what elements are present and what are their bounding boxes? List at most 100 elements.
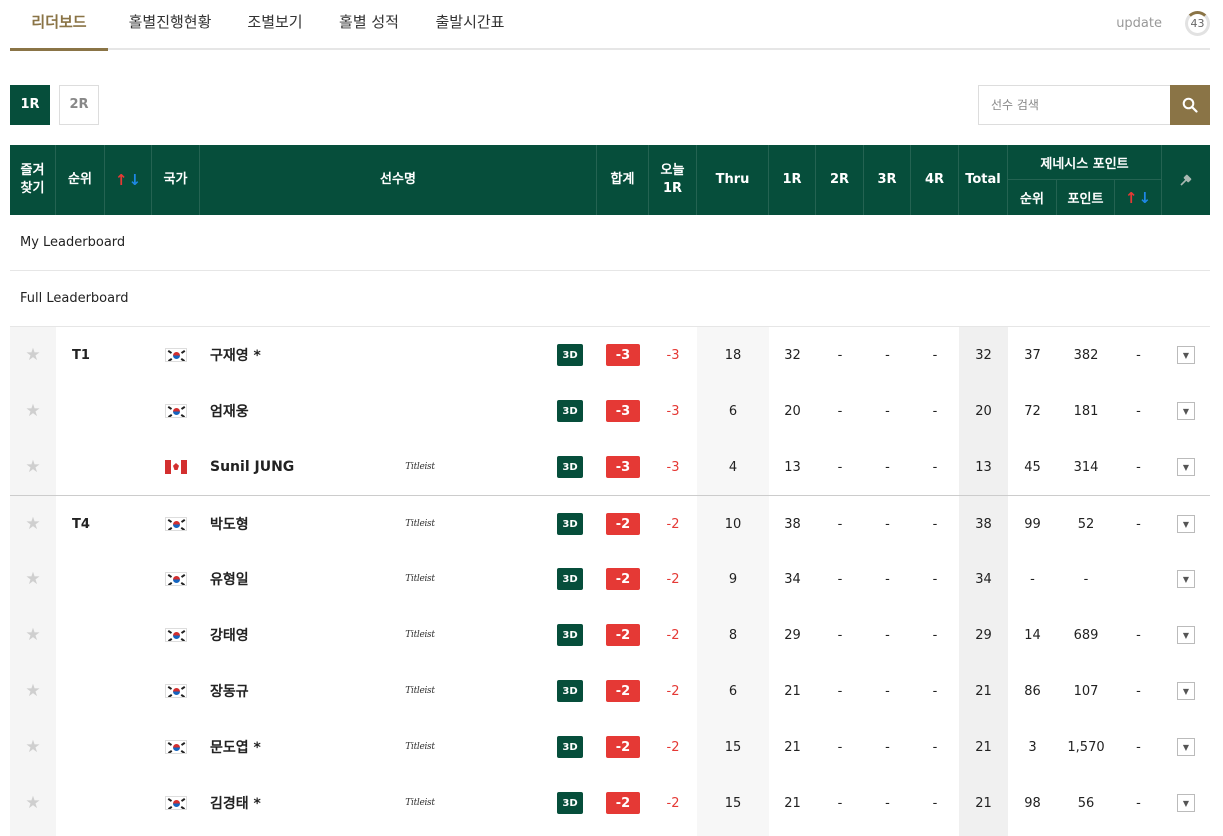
rank-cell — [72, 439, 112, 495]
tab-leaderboard[interactable]: 리더보드 — [10, 0, 108, 51]
rank-cell: T1 — [72, 347, 90, 363]
expand-row-button[interactable]: ▼ — [1177, 346, 1195, 364]
favorite-star-icon[interactable]: ★ — [25, 793, 40, 813]
favorite-star-icon[interactable]: ★ — [25, 737, 40, 757]
titleist-sponsor-logo: Titleist — [405, 798, 435, 808]
genesis-points: - — [1083, 571, 1089, 587]
player-name[interactable]: 구재영 * — [210, 327, 390, 383]
pin-column-button[interactable] — [1162, 145, 1210, 215]
genesis-rank: 72 — [1024, 403, 1041, 419]
rank-cell — [72, 663, 112, 719]
leaderboard-body: ★ T1 구재영 * 3D -3 -3 18 32 - - - 32 37 38… — [10, 327, 1210, 836]
favorite-star-icon[interactable]: ★ — [25, 401, 40, 421]
flag-cell — [152, 607, 200, 663]
player-name[interactable]: 장동규 — [210, 663, 390, 719]
expand-row-button[interactable]: ▼ — [1177, 515, 1195, 533]
view-3d-button[interactable]: 3D — [557, 792, 583, 814]
round-2r-button[interactable]: 2R — [59, 85, 99, 125]
expand-row-button[interactable]: ▼ — [1177, 626, 1195, 644]
player-search-input[interactable] — [978, 85, 1171, 125]
total-score-badge: -2 — [606, 568, 640, 590]
view-3d-button[interactable]: 3D — [557, 456, 583, 478]
r1-score: 32 — [784, 347, 801, 363]
header-genesis-rank: 순위 — [1008, 180, 1057, 215]
genesis-move — [1115, 551, 1162, 607]
tab-hole-progress[interactable]: 홀별진행현황 — [115, 0, 225, 50]
player-name[interactable]: 문도엽 * — [210, 719, 390, 775]
thru-value: 6 — [728, 683, 738, 699]
sort-arrows-icon: ↑ ↓ — [114, 171, 142, 189]
flag-cell — [152, 663, 200, 719]
header-r4: 4R — [911, 145, 959, 215]
favorite-star-icon[interactable]: ★ — [25, 681, 40, 701]
expand-row-button[interactable]: ▼ — [1177, 402, 1195, 420]
r3-score: - — [885, 739, 890, 755]
player-name[interactable]: 김경태 * — [210, 775, 390, 831]
player-name[interactable]: 엄재웅 — [210, 383, 390, 439]
view-3d-button[interactable]: 3D — [557, 513, 583, 535]
view-3d-button[interactable]: 3D — [557, 736, 583, 758]
favorite-star-icon[interactable]: ★ — [25, 514, 40, 534]
expand-row-button[interactable]: ▼ — [1177, 794, 1195, 812]
rank-move-sort[interactable]: ↑ ↓ — [105, 145, 152, 215]
view-3d-button[interactable]: 3D — [557, 400, 583, 422]
update-timer[interactable]: 43 — [1185, 11, 1210, 36]
player-row: ★ 문도엽 * Titleist 3D -2 -2 15 21 - - - 21… — [10, 719, 1210, 775]
korea-flag-icon — [165, 348, 187, 362]
tab-group-view[interactable]: 조별보기 — [234, 0, 316, 50]
r3-score: - — [885, 516, 890, 532]
tab-tee-times[interactable]: 출발시간표 — [420, 0, 520, 50]
flag-cell — [152, 383, 200, 439]
header-r1: 1R — [769, 145, 816, 215]
player-name[interactable]: 박도형 — [210, 496, 390, 552]
total-strokes: 29 — [975, 627, 992, 643]
favorite-star-icon[interactable]: ★ — [25, 345, 40, 365]
titleist-sponsor-logo: Titleist — [405, 686, 435, 696]
today-score: -2 — [666, 739, 680, 755]
flag-cell — [152, 719, 200, 775]
genesis-points: 107 — [1073, 683, 1099, 699]
favorite-star-icon[interactable]: ★ — [25, 625, 40, 645]
thru-value: 6 — [728, 403, 738, 419]
search-button[interactable] — [1170, 85, 1210, 125]
r1-score: 29 — [784, 627, 801, 643]
tab-hole-stats[interactable]: 홀별 성적 — [326, 0, 412, 50]
flag-cell — [152, 496, 200, 552]
header-rank: 순위 — [56, 145, 105, 215]
total-strokes: 13 — [975, 459, 992, 475]
total-strokes: 34 — [975, 571, 992, 587]
expand-row-button[interactable]: ▼ — [1177, 738, 1195, 756]
expand-row-button[interactable]: ▼ — [1177, 682, 1195, 700]
round-1r-button[interactable]: 1R — [10, 85, 50, 125]
favorite-star-icon[interactable]: ★ — [25, 569, 40, 589]
titleist-sponsor-logo: Titleist — [405, 742, 435, 752]
player-row: ★ T4 박도형 Titleist 3D -2 -2 10 38 - - - 3… — [10, 495, 1210, 551]
r3-score: - — [885, 795, 890, 811]
my-leaderboard-section[interactable]: My Leaderboard — [10, 215, 1210, 271]
r3-score: - — [885, 459, 890, 475]
titleist-sponsor-logo: Titleist — [405, 574, 435, 584]
genesis-move: - — [1136, 459, 1141, 475]
total-score-badge: -3 — [606, 400, 640, 422]
player-name[interactable]: 강태영 — [210, 607, 390, 663]
pin-icon — [1180, 174, 1192, 186]
expand-row-button[interactable]: ▼ — [1177, 570, 1195, 588]
r2-score: - — [837, 347, 843, 363]
update-label: update — [1116, 16, 1162, 31]
genesis-points: 314 — [1073, 459, 1099, 475]
view-3d-button[interactable]: 3D — [557, 568, 583, 590]
player-name[interactable]: 유형일 — [210, 551, 390, 607]
korea-flag-icon — [165, 572, 187, 586]
thru-value: 4 — [728, 459, 738, 475]
expand-row-button[interactable]: ▼ — [1177, 458, 1195, 476]
genesis-rank: 98 — [1024, 795, 1041, 811]
player-name[interactable]: Sunil JUNG — [210, 439, 390, 495]
player-row: ★ 유형일 Titleist 3D -2 -2 9 34 - - - 34 - … — [10, 551, 1210, 607]
favorite-star-icon[interactable]: ★ — [25, 457, 40, 477]
r2-score: - — [837, 403, 843, 419]
view-3d-button[interactable]: 3D — [557, 624, 583, 646]
full-leaderboard-section[interactable]: Full Leaderboard — [10, 271, 1210, 327]
view-3d-button[interactable]: 3D — [557, 680, 583, 702]
view-3d-button[interactable]: 3D — [557, 344, 583, 366]
genesis-move-sort[interactable]: ↑ ↓ — [1115, 180, 1162, 215]
